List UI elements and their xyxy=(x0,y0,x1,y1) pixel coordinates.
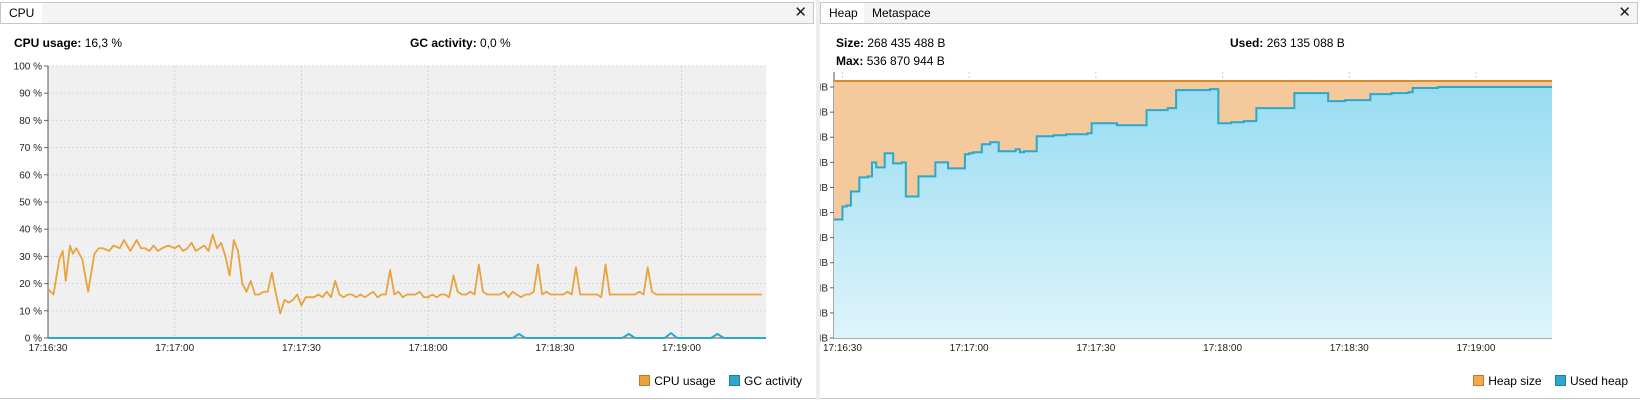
x-tick-label: 17:17:30 xyxy=(282,343,321,354)
y-tick-label: 70 % xyxy=(19,143,42,154)
x-tick-label: 17:18:30 xyxy=(1330,343,1369,354)
close-icon[interactable]: ✕ xyxy=(794,3,807,23)
heap-used-label: Used: xyxy=(1230,36,1264,50)
cpu-usage-swatch xyxy=(639,375,651,386)
cpu-tab-bar: CPU ✕ xyxy=(0,2,814,24)
x-tick-label: 17:17:00 xyxy=(950,343,989,354)
heap-used-stat: Used: 263 135 088 B xyxy=(1230,36,1345,50)
heap-max-label: Max: xyxy=(836,54,864,68)
heap-tab-bar: Heap Metaspace ✕ xyxy=(820,2,1638,24)
heap-size-swatch xyxy=(1473,375,1485,386)
y-tick-label: 225 MB xyxy=(820,108,828,119)
x-tick-label: 17:17:00 xyxy=(155,343,194,354)
y-tick-label: 75 MB xyxy=(820,258,828,269)
y-tick-label: 60 % xyxy=(19,170,42,181)
heap-size-value: 268 435 488 B xyxy=(867,36,946,50)
gc-activity-legend-item: GC activity xyxy=(728,374,802,388)
y-tick-label: 125 MB xyxy=(820,208,828,219)
y-tick-label: 10 % xyxy=(19,306,42,317)
x-tick-label: 17:17:30 xyxy=(1076,343,1115,354)
cpu-panel: CPU ✕ CPU usage: 16,3 % GC activity: 0,0… xyxy=(0,0,816,400)
close-icon[interactable]: ✕ xyxy=(1618,3,1631,23)
y-tick-label: 100 MB xyxy=(820,233,828,244)
y-tick-label: 100 % xyxy=(14,62,42,73)
cpu-chart: 0 %10 %20 %30 %40 %50 %60 %70 %80 %90 %1… xyxy=(14,62,766,354)
tab-metaspace[interactable]: Metaspace xyxy=(864,3,939,23)
y-tick-label: 200 MB xyxy=(820,133,828,144)
tab-metaspace-label: Metaspace xyxy=(872,6,931,20)
x-tick-label: 17:16:30 xyxy=(29,343,68,354)
y-tick-label: 175 MB xyxy=(820,158,828,169)
heap-chart: 0 MB25 MB50 MB75 MB100 MB125 MB150 MB175… xyxy=(820,72,1552,354)
x-tick-label: 17:18:30 xyxy=(535,343,574,354)
y-tick-label: 50 MB xyxy=(820,283,828,294)
y-tick-label: 250 MB xyxy=(820,83,828,94)
tab-heap-label: Heap xyxy=(829,6,858,20)
used-heap-legend-label: Used heap xyxy=(1569,374,1628,388)
gc-activity-stat: GC activity: 0,0 % xyxy=(410,36,511,50)
tab-cpu-label: CPU xyxy=(9,6,35,20)
used-heap-swatch xyxy=(1554,375,1566,386)
heap-size-stat: Size: 268 435 488 B xyxy=(836,36,945,50)
y-tick-label: 150 MB xyxy=(820,183,828,194)
heap-max-stat: Max: 536 870 944 B xyxy=(836,54,945,68)
gc-activity-legend-label: GC activity xyxy=(743,374,802,388)
x-tick-label: 17:18:00 xyxy=(1203,343,1242,354)
cpu-usage-legend-item: CPU usage xyxy=(639,374,719,388)
heap-size-legend-item: Heap size xyxy=(1473,374,1545,388)
x-tick-label: 17:16:30 xyxy=(823,343,862,354)
gc-activity-value: 0,0 % xyxy=(480,36,511,50)
x-tick-label: 17:18:00 xyxy=(409,343,448,354)
tab-cpu[interactable]: CPU xyxy=(1,3,43,23)
heap-legend: Heap size Used heap xyxy=(1473,374,1628,388)
gc-activity-swatch xyxy=(728,375,740,386)
x-tick-label: 17:19:00 xyxy=(1457,343,1496,354)
tab-heap[interactable]: Heap xyxy=(821,3,867,23)
y-tick-label: 25 MB xyxy=(820,308,828,319)
cpu-usage-value: 16,3 % xyxy=(84,36,123,50)
y-tick-label: 20 % xyxy=(19,279,42,290)
cpu-usage-legend-label: CPU usage xyxy=(654,374,716,388)
heap-panel: Heap Metaspace ✕ Size: 268 435 488 B Use… xyxy=(820,0,1640,400)
heap-max-value: 536 870 944 B xyxy=(866,54,945,68)
y-tick-label: 40 % xyxy=(19,225,42,236)
heap-panel-bottom-border xyxy=(820,398,1640,399)
y-tick-label: 80 % xyxy=(19,116,42,127)
cpu-legend: CPU usage GC activity xyxy=(639,374,802,388)
y-tick-label: 50 % xyxy=(19,198,42,209)
cpu-usage-stat: CPU usage: 16,3 % xyxy=(14,36,122,50)
y-tick-label: 90 % xyxy=(19,89,42,100)
heap-size-label: Size: xyxy=(836,36,865,50)
cpu-panel-bottom-border xyxy=(0,398,816,399)
cpu-usage-label: CPU usage: xyxy=(14,36,82,50)
heap-used-value: 263 135 088 B xyxy=(1266,36,1345,50)
plot-area xyxy=(48,66,766,338)
x-tick-label: 17:19:00 xyxy=(662,343,701,354)
gc-activity-label: GC activity: xyxy=(410,36,477,50)
used-heap-legend-item: Used heap xyxy=(1554,374,1628,388)
y-tick-label: 30 % xyxy=(19,252,42,263)
heap-size-legend-label: Heap size xyxy=(1488,374,1542,388)
